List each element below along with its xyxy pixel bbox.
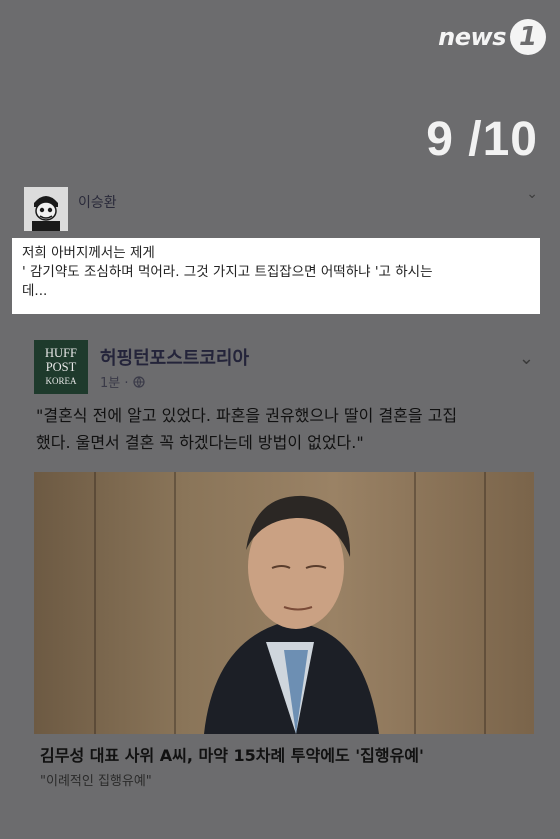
logo-line: HUFF [45, 346, 77, 360]
chevron-down-icon[interactable]: ⌄ [526, 186, 538, 202]
timestamp-text: 1분 · [100, 376, 133, 391]
news1-logo: news 1 [438, 14, 546, 60]
logo-line: POST [45, 360, 77, 374]
page-counter: 9 /10 [426, 113, 538, 166]
shared-quote: "결혼식 전에 알고 있었다. 파혼을 권유했으나 딸이 결혼을 고집 했다. … [36, 402, 536, 456]
globe-icon [133, 376, 145, 391]
chevron-down-icon[interactable]: ⌄ [519, 348, 534, 369]
logo-line: KOREA [45, 376, 77, 386]
article-subtitle: "이례적인 집행유예" [40, 774, 152, 789]
post-timestamp: 1분 · [100, 372, 145, 391]
huffpost-logo[interactable]: HUFF POST KOREA [34, 340, 88, 394]
comment-line: 저희 아버지께서는 제게 [22, 245, 155, 261]
post-author-name[interactable]: 이승환 [78, 192, 117, 212]
article-headline[interactable]: 김무성 대표 사위 A씨, 마약 15차례 투약에도 '집행유예' [40, 742, 540, 766]
quote-line: "결혼식 전에 알고 있었다. 파혼을 권유했으나 딸이 결혼을 고집 [36, 406, 458, 425]
shared-page-name[interactable]: 허핑턴포스트코리아 [100, 344, 249, 370]
comment-line: ' 감기약도 조심하며 먹어라. 그것 가지고 트집잡으면 어떡하냐 '고 하시… [22, 264, 433, 280]
logo-wordmark: news [438, 23, 506, 51]
shared-post-card[interactable]: HUFF POST KOREA 허핑턴포스트코리아 1분 · ⌄ "결혼식 전에… [22, 330, 548, 830]
quote-line: 했다. 울면서 결혼 꼭 하겠다는데 방법이 없었다." [36, 433, 364, 452]
logo-badge: 1 [510, 19, 546, 55]
comment-line: 데... [22, 283, 48, 299]
cartoon-avatar-icon[interactable] [24, 187, 68, 231]
post-comment-text: 저희 아버지께서는 제게 ' 감기약도 조심하며 먹어라. 그것 가지고 트집잡… [12, 238, 540, 314]
article-photo[interactable] [34, 472, 534, 734]
